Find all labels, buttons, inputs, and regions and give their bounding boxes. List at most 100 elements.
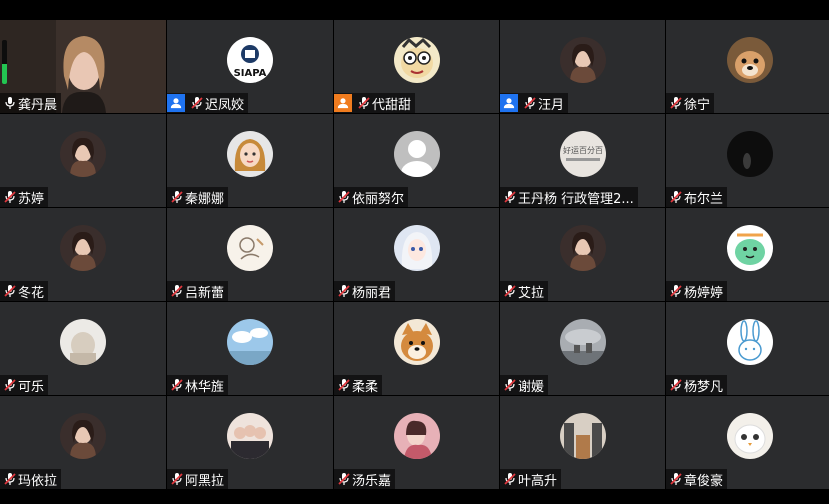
- microphone-muted-icon: [670, 191, 682, 203]
- microphone-muted-icon: [670, 97, 682, 109]
- participant-tile[interactable]: 林华旌: [167, 302, 333, 395]
- participant-avatar: 好运百分百: [559, 131, 606, 177]
- microphone-muted-icon: [504, 191, 516, 203]
- participant-label: 徐宁: [666, 93, 715, 113]
- participant-name: 迟凤姣: [205, 97, 245, 113]
- participant-tile[interactable]: 代甜甜: [334, 20, 499, 113]
- participant-tile[interactable]: 柔柔: [334, 302, 499, 395]
- participant-tile[interactable]: 杨丽君: [334, 208, 499, 301]
- microphone-muted-icon: [338, 191, 350, 203]
- host-badge: [500, 94, 518, 112]
- microphone-muted-icon: [171, 379, 183, 391]
- participant-name: 依丽努尔: [352, 191, 405, 207]
- participant-label: 林华旌: [167, 375, 229, 395]
- microphone-muted-icon: [504, 473, 516, 485]
- participant-avatar: [227, 413, 273, 459]
- participant-name: 谢媛: [518, 379, 545, 395]
- microphone-muted-icon: [670, 473, 682, 485]
- svg-text:好运百分百: 好运百分百: [563, 145, 603, 155]
- participant-tile[interactable]: 秦娜娜: [167, 114, 333, 207]
- participant-name: 阿黑拉: [185, 473, 225, 489]
- participant-name: 秦娜娜: [185, 191, 225, 207]
- audio-level-meter: [2, 40, 7, 84]
- participant-label: 依丽努尔: [334, 187, 409, 207]
- participant-avatar: [60, 225, 106, 271]
- participant-tile[interactable]: 章俊豪: [666, 396, 829, 489]
- participant-name: 冬花: [18, 285, 45, 301]
- participant-avatar: [559, 319, 606, 365]
- participant-tile[interactable]: 吕新蕾: [167, 208, 333, 301]
- participant-avatar: [726, 37, 773, 83]
- participant-tile[interactable]: 谢媛: [500, 302, 665, 395]
- participant-tile[interactable]: 汪月: [500, 20, 665, 113]
- participant-avatar: [393, 131, 440, 177]
- participant-tile[interactable]: 徐宁: [666, 20, 829, 113]
- participant-label: 龚丹晨: [0, 93, 62, 113]
- participant-tile[interactable]: 玛依拉: [0, 396, 166, 489]
- participant-label: 杨婷婷: [666, 281, 728, 301]
- participant-avatar: [60, 131, 106, 177]
- participant-avatar: [227, 319, 273, 365]
- microphone-muted-icon: [524, 97, 536, 109]
- microphone-muted-icon: [4, 285, 16, 297]
- participant-tile[interactable]: 可乐: [0, 302, 166, 395]
- participant-avatar: [726, 413, 773, 459]
- microphone-muted-icon: [338, 379, 350, 391]
- participant-avatar: [726, 225, 773, 271]
- participant-tile[interactable]: 依丽努尔: [334, 114, 499, 207]
- participant-name: 可乐: [18, 379, 45, 395]
- participant-tile[interactable]: 苏婷: [0, 114, 166, 207]
- participant-tile[interactable]: 杨婷婷: [666, 208, 829, 301]
- microphone-muted-icon: [358, 97, 370, 109]
- participant-label: 可乐: [0, 375, 49, 395]
- participant-avatar: [227, 131, 273, 177]
- microphone-muted-icon: [4, 191, 16, 203]
- participant-name: 玛依拉: [18, 473, 58, 489]
- participant-avatar: [726, 319, 773, 365]
- host-badge: [334, 94, 352, 112]
- participant-label: 章俊豪: [666, 469, 728, 489]
- participant-tile[interactable]: 叶高升: [500, 396, 665, 489]
- participant-name: 叶高升: [518, 473, 558, 489]
- participant-label: 杨梦凡: [666, 375, 728, 395]
- participant-avatar: [393, 225, 440, 271]
- participant-tile[interactable]: 龚丹晨: [0, 20, 166, 113]
- participant-name: 杨婷婷: [684, 285, 724, 301]
- participant-tile[interactable]: 杨梦凡: [666, 302, 829, 395]
- participant-label: 代甜甜: [334, 93, 416, 113]
- participant-label: 杨丽君: [334, 281, 396, 301]
- microphone-muted-icon: [4, 379, 16, 391]
- participant-tile[interactable]: 艾拉: [500, 208, 665, 301]
- participant-tile[interactable]: 好运百分百王丹杨 行政管理2...: [500, 114, 665, 207]
- participant-label: 谢媛: [500, 375, 549, 395]
- microphone-muted-icon: [171, 473, 183, 485]
- participant-name: 杨梦凡: [684, 379, 724, 395]
- participant-label: 布尔兰: [666, 187, 728, 207]
- participant-label: 王丹杨 行政管理2...: [500, 187, 638, 207]
- participant-tile[interactable]: 布尔兰: [666, 114, 829, 207]
- participant-tile[interactable]: 冬花: [0, 208, 166, 301]
- participant-name: 杨丽君: [352, 285, 392, 301]
- participant-name: 艾拉: [518, 285, 545, 301]
- participant-name: 吕新蕾: [185, 285, 225, 301]
- participant-avatar: [393, 319, 440, 365]
- participant-label: 柔柔: [334, 375, 383, 395]
- microphone-muted-icon: [338, 285, 350, 297]
- host-badge: [167, 94, 185, 112]
- participant-label: 冬花: [0, 281, 49, 301]
- participant-tile[interactable]: SIAPA 迟凤姣: [167, 20, 333, 113]
- participant-name: 王丹杨 行政管理2...: [518, 191, 634, 207]
- microphone-muted-icon: [4, 473, 16, 485]
- participant-tile[interactable]: 汤乐嘉: [334, 396, 499, 489]
- participant-name: 章俊豪: [684, 473, 724, 489]
- participant-avatar: [393, 37, 440, 83]
- participant-name: 汤乐嘉: [352, 473, 392, 489]
- participant-label: 艾拉: [500, 281, 549, 301]
- participant-name: 苏婷: [18, 191, 45, 207]
- participant-label: 苏婷: [0, 187, 49, 207]
- participant-name: 代甜甜: [372, 97, 412, 113]
- participant-name: 布尔兰: [684, 191, 724, 207]
- participant-label: 吕新蕾: [167, 281, 229, 301]
- participant-tile[interactable]: 阿黑拉: [167, 396, 333, 489]
- participant-label: 叶高升: [500, 469, 562, 489]
